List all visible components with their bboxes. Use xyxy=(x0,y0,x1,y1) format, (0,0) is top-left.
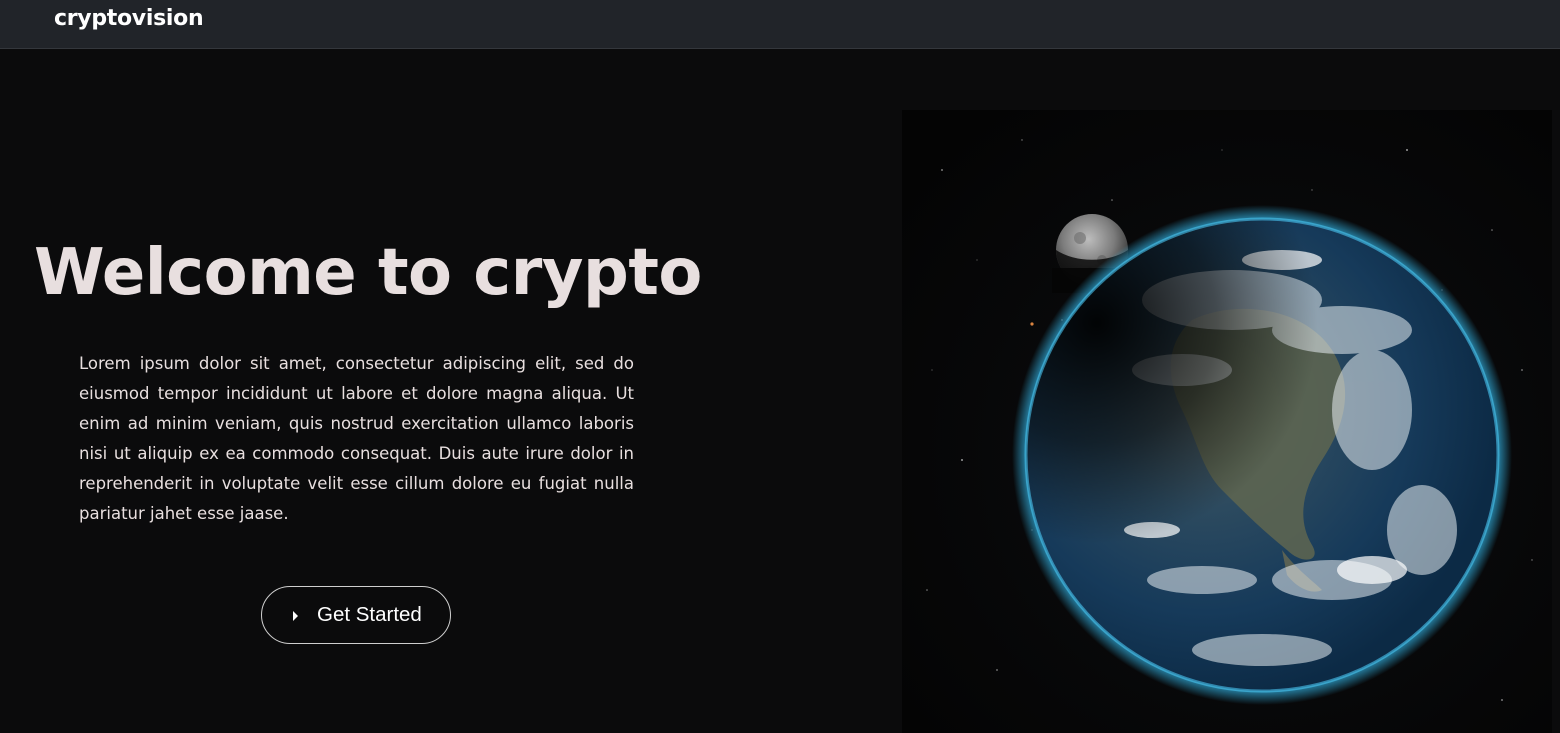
get-started-button[interactable]: Get Started xyxy=(261,586,451,644)
hero-title: Welcome to crypto xyxy=(34,236,702,310)
play-triangle-icon xyxy=(293,611,298,621)
top-navbar: cryptovision xyxy=(0,0,1560,49)
hero-section: Welcome to crypto Lorem ipsum dolor sit … xyxy=(0,49,1560,733)
hero-description: Lorem ipsum dolor sit amet, consectetur … xyxy=(79,354,634,523)
brand-logo-link[interactable]: cryptovision xyxy=(54,6,204,31)
earth-and-moon-image xyxy=(902,110,1552,733)
get-started-label: Get Started xyxy=(317,603,422,626)
earth xyxy=(1012,205,1512,705)
